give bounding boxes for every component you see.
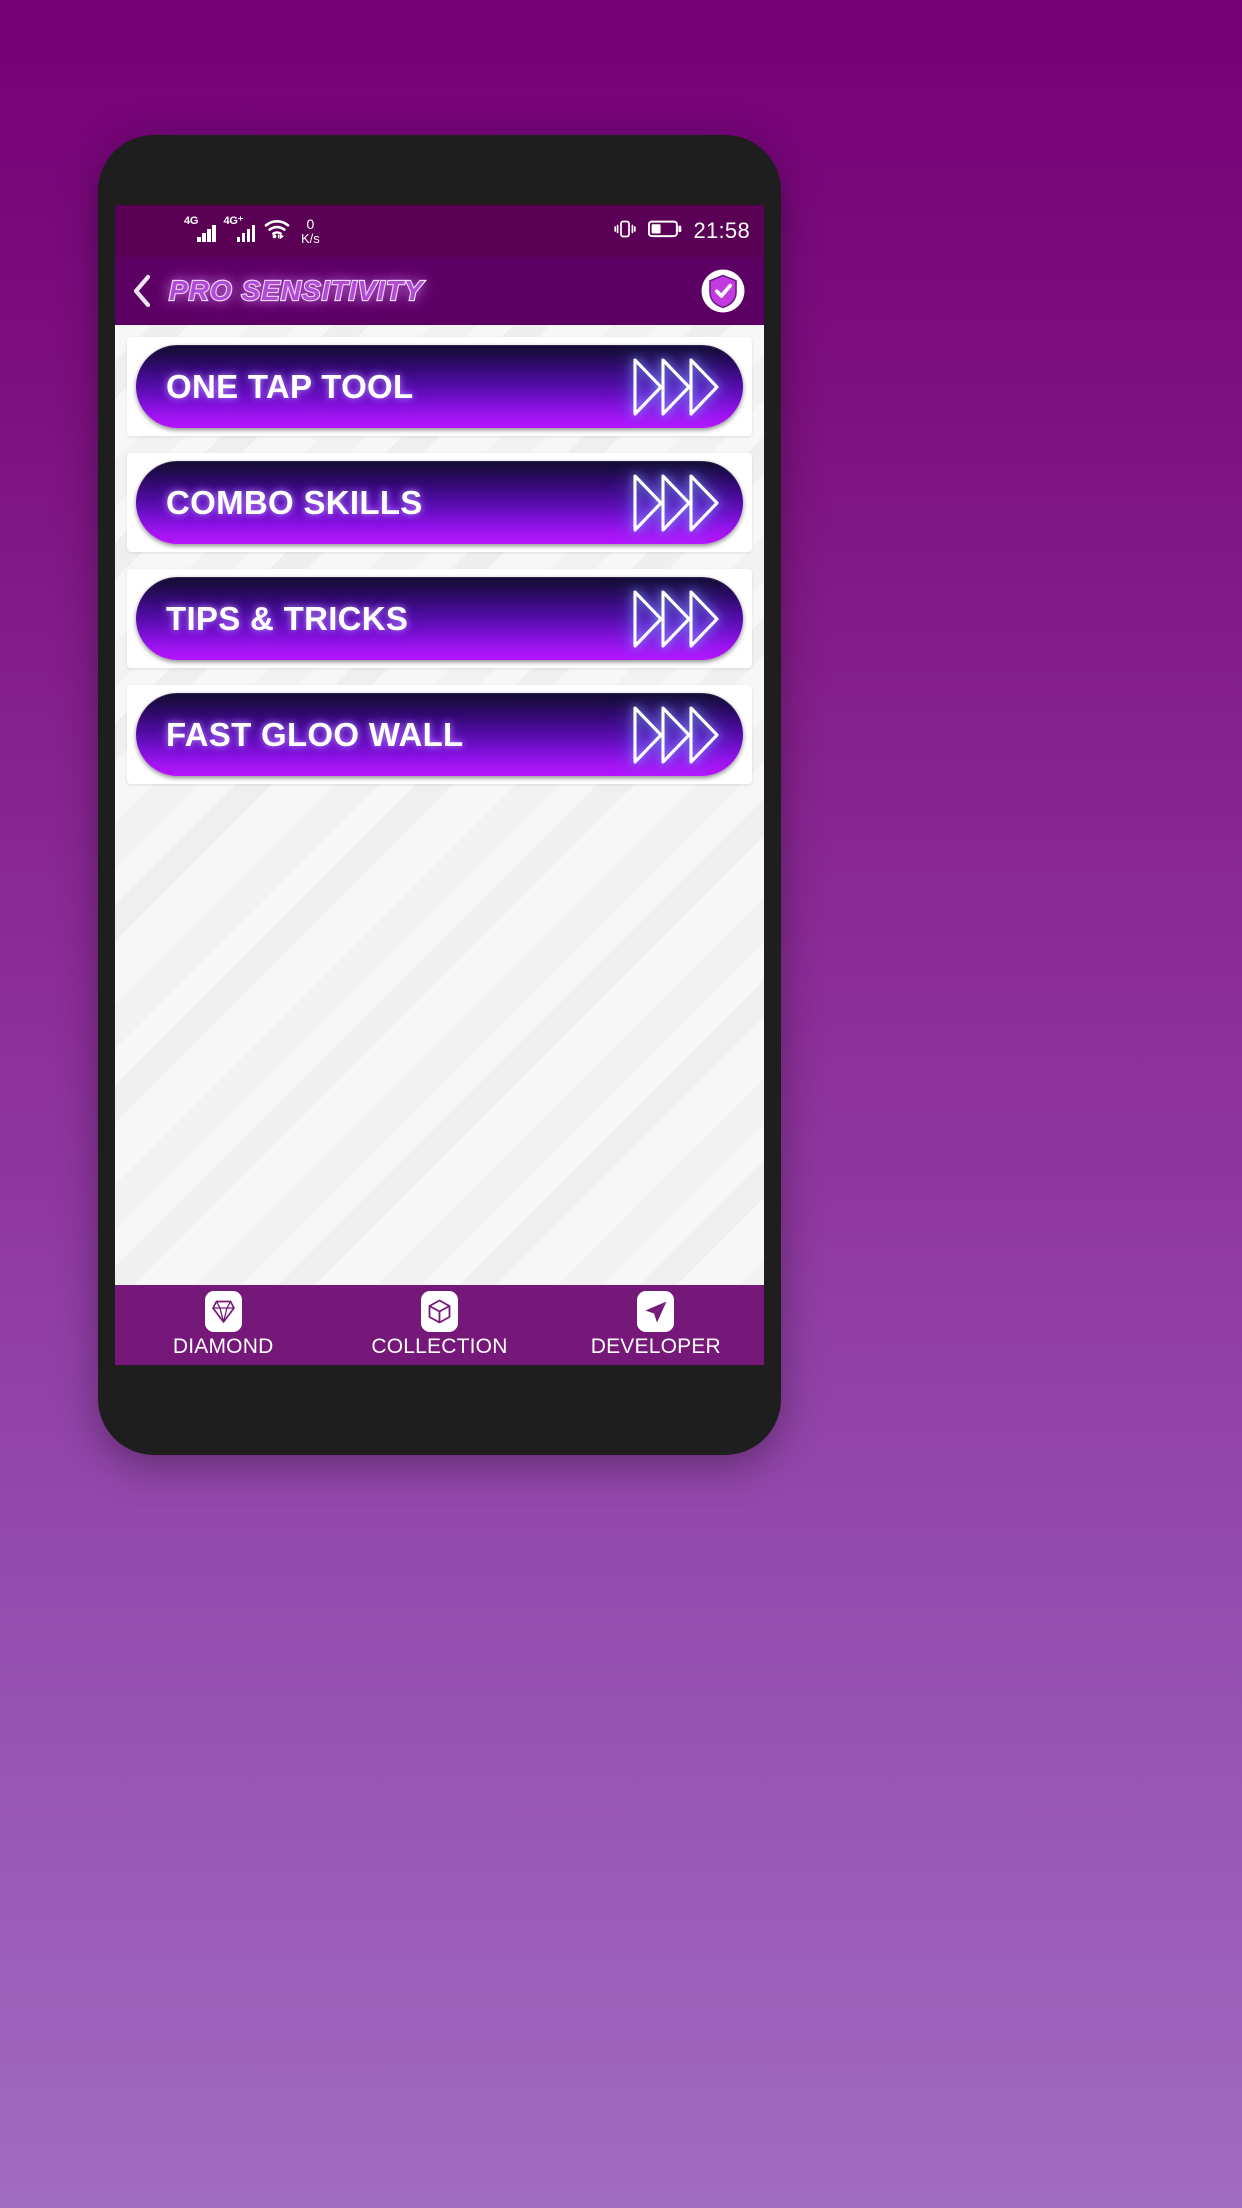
menu-card: ONE TAP TOOL (127, 337, 752, 436)
shield-button[interactable] (700, 268, 746, 314)
back-button[interactable] (115, 257, 169, 325)
status-bar-clock: 21:58 (693, 218, 750, 243)
nav-item-developer[interactable]: DEVELOPER (548, 1291, 764, 1359)
signal-strength-1-icon: 4G (184, 216, 216, 242)
triple-chevron-right-icon (633, 472, 721, 534)
triple-chevron-right-icon (633, 356, 721, 418)
wifi-icon (264, 219, 290, 244)
network-speed-unit: K/s (301, 230, 320, 246)
network-speed-indicator: 0 K/s (301, 217, 320, 245)
menu-item-label: ONE TAP TOOL (166, 367, 414, 405)
main-content: ONE TAP TOOL COMBO SKILLS TIPS & TRICKS … (115, 325, 764, 1285)
status-bar-left: 4G 4G⁺ 0 K/s (184, 205, 320, 257)
phone-screen: 4G 4G⁺ 0 K/s 21:58 PRO SENSITIVITY ONE T… (115, 205, 764, 1365)
status-bar: 4G 4G⁺ 0 K/s 21:58 (115, 205, 764, 257)
menu-item-label: COMBO SKILLS (166, 483, 423, 521)
triple-chevron-right-icon (633, 704, 721, 766)
nav-item-collection[interactable]: COLLECTION (331, 1291, 547, 1359)
battery-icon (648, 220, 682, 243)
signal-1-bars (197, 225, 216, 242)
combo-skills-button[interactable]: COMBO SKILLS (136, 461, 743, 544)
one-tap-tool-button[interactable]: ONE TAP TOOL (136, 345, 743, 428)
fast-gloo-wall-button[interactable]: FAST GLOO WALL (136, 693, 743, 776)
diamond-icon (204, 1291, 242, 1332)
paper-plane-icon (637, 1291, 675, 1332)
signal-2-label: 4G⁺ (223, 215, 244, 227)
menu-item-label: FAST GLOO WALL (166, 715, 464, 753)
shield-check-icon (700, 269, 746, 318)
cube-icon (420, 1291, 458, 1332)
phone-frame: 4G 4G⁺ 0 K/s 21:58 PRO SENSITIVITY ONE T… (98, 135, 781, 1455)
menu-card: COMBO SKILLS (127, 453, 752, 552)
chevron-left-icon (131, 274, 153, 308)
menu-card: FAST GLOO WALL (127, 685, 752, 784)
menu-item-label: TIPS & TRICKS (166, 599, 409, 637)
page-title: PRO SENSITIVITY (168, 274, 424, 307)
menu-card: TIPS & TRICKS (127, 569, 752, 668)
network-speed-value: 0 (306, 216, 315, 233)
signal-1-label: 4G (184, 215, 199, 227)
triple-chevron-right-icon (633, 588, 721, 650)
tips-and-tricks-button[interactable]: TIPS & TRICKS (136, 577, 743, 660)
nav-item-diamond[interactable]: DIAMOND (115, 1291, 331, 1359)
vibrate-icon (613, 219, 637, 244)
signal-2-bars (236, 225, 255, 242)
bottom-navigation-bar: DIAMOND COLLECTION DEVELOPER (115, 1285, 764, 1365)
nav-item-label: DIAMOND (172, 1335, 274, 1358)
nav-item-label: DEVELOPER (590, 1335, 721, 1358)
nav-item-label: COLLECTION (371, 1335, 508, 1358)
app-bar: PRO SENSITIVITY (115, 257, 764, 325)
status-bar-right: 21:58 (613, 205, 750, 257)
signal-strength-2-icon: 4G⁺ (224, 216, 255, 242)
